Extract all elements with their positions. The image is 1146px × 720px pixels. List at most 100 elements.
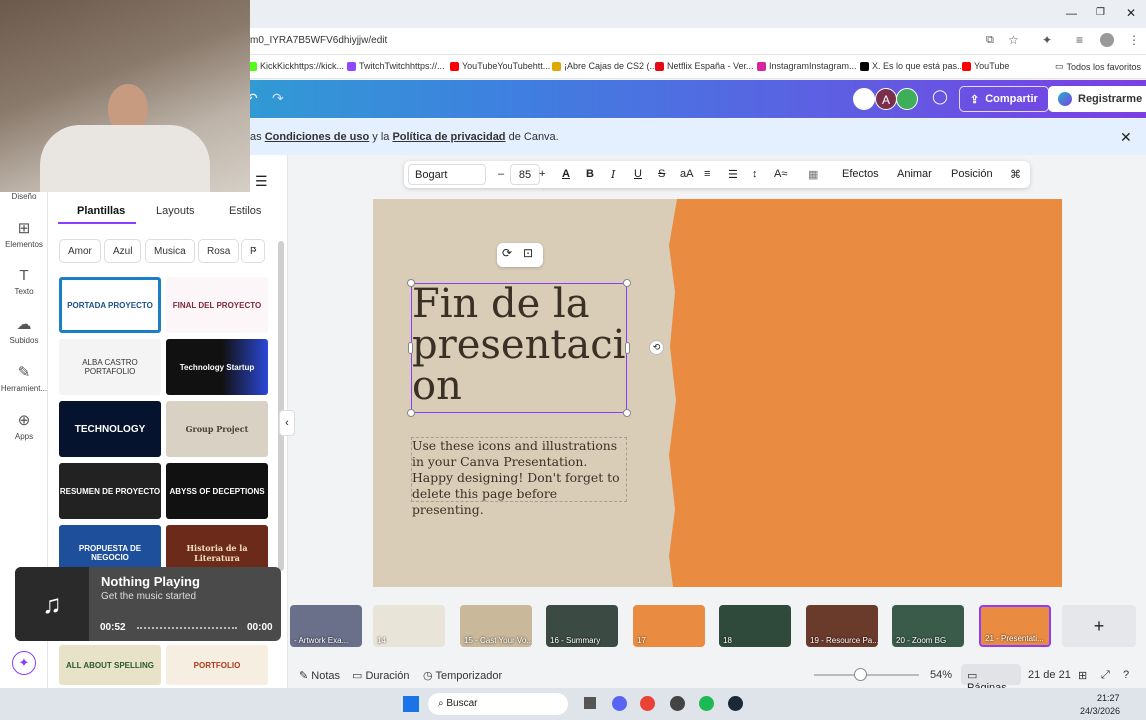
title-textbox[interactable]: Fin de la presentaci on: [407, 279, 631, 417]
fullscreen-icon[interactable]: ⤢: [1101, 669, 1110, 682]
chevron-right-icon[interactable]: ›: [253, 244, 257, 256]
zoom-level[interactable]: 54%: [930, 669, 952, 681]
bookmark-netflix[interactable]: Netflix España - Ver...: [655, 61, 754, 71]
help-icon[interactable]: ?: [1123, 669, 1129, 681]
italic-icon[interactable]: I: [611, 168, 615, 181]
register-button[interactable]: Registrarme: [1048, 86, 1146, 112]
bookmark-x[interactable]: X. Es lo que está pas...: [860, 61, 965, 71]
page-thumb[interactable]: 15 - Cast Your Vo...: [460, 605, 532, 647]
close-notice-icon[interactable]: ✕: [1120, 129, 1132, 146]
page-thumb[interactable]: 16 - Summary: [546, 605, 618, 647]
duration-button[interactable]: ▭ Duración: [352, 669, 410, 682]
grid-view-icon[interactable]: ⊞: [1078, 669, 1087, 682]
underline-icon[interactable]: U: [634, 168, 642, 180]
page-thumb[interactable]: 14: [373, 605, 445, 647]
media-icon[interactable]: ≡: [1076, 33, 1083, 47]
resize-handle[interactable]: [407, 409, 415, 417]
text-color-icon[interactable]: A: [562, 168, 570, 180]
file-explorer-icon[interactable]: [584, 697, 596, 709]
translate-icon[interactable]: ⧉: [986, 34, 994, 47]
bookmark-youtube-2[interactable]: YouTube: [962, 61, 1009, 71]
share-button[interactable]: ⇪ Compartir: [959, 86, 1049, 112]
rail-apps[interactable]: ⊕ Apps: [0, 411, 48, 441]
template-thumb[interactable]: ALL ABOUT SPELLING: [59, 645, 161, 685]
template-thumb[interactable]: ABYSS OF DECEPTIONS: [166, 463, 268, 519]
rotate-handle-icon[interactable]: ⟲: [649, 340, 664, 355]
page-thumb[interactable]: 17: [633, 605, 705, 647]
resize-handle[interactable]: [623, 409, 631, 417]
rail-tools[interactable]: ✎ Herramient...: [0, 363, 48, 393]
font-selector[interactable]: Bogart: [408, 164, 486, 185]
timer-button[interactable]: ◷ Temporizador: [423, 669, 502, 682]
animate-button[interactable]: Animar: [897, 168, 932, 180]
profile-avatar[interactable]: [1100, 33, 1114, 47]
maximize-icon[interactable]: ❐: [1096, 7, 1105, 18]
redo-icon[interactable]: ↷: [272, 90, 284, 107]
bookmark-star-icon[interactable]: ☆: [1008, 33, 1019, 47]
decrease-size-button[interactable]: –: [498, 168, 504, 180]
privacy-link[interactable]: Política de privacidad: [392, 131, 505, 143]
chip-rosa[interactable]: Rosa: [198, 239, 240, 263]
filter-icon[interactable]: ☰: [255, 173, 268, 190]
chip-azul[interactable]: Azul: [104, 239, 142, 263]
discord-icon[interactable]: [612, 696, 627, 711]
zoom-slider-thumb[interactable]: [854, 668, 867, 681]
steam-icon[interactable]: [728, 696, 743, 711]
bookmark-kick[interactable]: KickKickhttps://kick...: [248, 61, 344, 71]
page-thumb[interactable]: 19 - Resource Pa...: [806, 605, 878, 647]
text-style-icon[interactable]: A≈: [774, 168, 787, 180]
resize-handle[interactable]: [625, 342, 630, 354]
font-size-input[interactable]: 85: [510, 164, 540, 185]
increase-size-button[interactable]: +: [539, 168, 545, 180]
tab-styles[interactable]: Estilos: [229, 205, 261, 217]
chrome-icon[interactable]: [640, 696, 655, 711]
template-thumb[interactable]: PORTADA PROYECTO: [59, 277, 161, 333]
case-icon[interactable]: aA: [680, 168, 693, 180]
panel-scrollbar[interactable]: [278, 241, 284, 571]
position-button[interactable]: Posición: [951, 168, 993, 180]
music-progress[interactable]: [137, 627, 237, 629]
tab-layouts[interactable]: Layouts: [156, 205, 195, 217]
terms-link[interactable]: Condiciones de uso: [265, 131, 370, 143]
rail-design[interactable]: Diseño: [0, 192, 48, 201]
bookmark-instagram[interactable]: InstagramInstagram...: [757, 61, 857, 71]
template-thumb[interactable]: Technology Startup: [166, 339, 268, 395]
notes-button[interactable]: ✎ Notas: [299, 669, 340, 682]
slide-title[interactable]: Fin de la presentaci on: [412, 284, 628, 407]
add-page-button[interactable]: +: [1062, 605, 1136, 647]
app-icon[interactable]: [670, 696, 685, 711]
user-avatar[interactable]: A: [875, 88, 897, 110]
resize-handle[interactable]: [623, 279, 631, 287]
page-thumb[interactable]: 20 - Zoom BG: [892, 605, 964, 647]
template-thumb[interactable]: FINAL DEL PROYECTO: [166, 277, 268, 333]
windows-start-icon[interactable]: [403, 696, 419, 712]
slide-body-text[interactable]: Use these icons and illustrations in you…: [411, 437, 627, 517]
all-favorites[interactable]: ▭ Todos los favoritos: [1055, 61, 1141, 72]
minimize-icon[interactable]: —: [1066, 8, 1077, 20]
template-thumb[interactable]: TECHNOLOGY: [59, 401, 161, 457]
bookmark-cs2[interactable]: ¡Abre Cajas de CS2 (...: [552, 61, 657, 71]
chip-musica[interactable]: Musica: [145, 239, 195, 263]
effects-button[interactable]: Efectos: [842, 168, 879, 180]
bold-icon[interactable]: B: [586, 168, 594, 180]
url-text[interactable]: m0_IYRA7B5WFV6dhiyjjw/edit: [250, 35, 387, 46]
resize-handle[interactable]: [408, 342, 413, 354]
rail-elements[interactable]: ⊞ Elementos: [0, 219, 48, 249]
tab-templates[interactable]: Plantillas: [77, 205, 125, 217]
collapse-panel-button[interactable]: ‹: [279, 410, 295, 436]
collaborator-avatar-2[interactable]: [896, 88, 918, 110]
page-thumb[interactable]: 18: [719, 605, 791, 647]
extensions-icon[interactable]: ✦: [1042, 33, 1052, 47]
lock-icon[interactable]: ⊡: [523, 246, 533, 260]
spacing-icon[interactable]: ↕: [752, 168, 758, 180]
transparency-icon[interactable]: ▦: [808, 168, 818, 181]
template-thumb[interactable]: RESUMEN DE PROYECTO: [59, 463, 161, 519]
bookmark-youtube[interactable]: YouTubeYouTubehtt...: [450, 61, 550, 71]
taskbar-search[interactable]: ⌕ Buscar: [428, 693, 568, 715]
collaborator-avatar[interactable]: [853, 88, 875, 110]
align-icon[interactable]: ≡: [704, 168, 710, 180]
strikethrough-icon[interactable]: S: [658, 168, 665, 180]
rotate-icon[interactable]: ⟳: [502, 246, 512, 260]
bookmark-twitch[interactable]: TwitchTwitchhttps://...: [347, 61, 445, 71]
spotify-icon[interactable]: [699, 696, 714, 711]
